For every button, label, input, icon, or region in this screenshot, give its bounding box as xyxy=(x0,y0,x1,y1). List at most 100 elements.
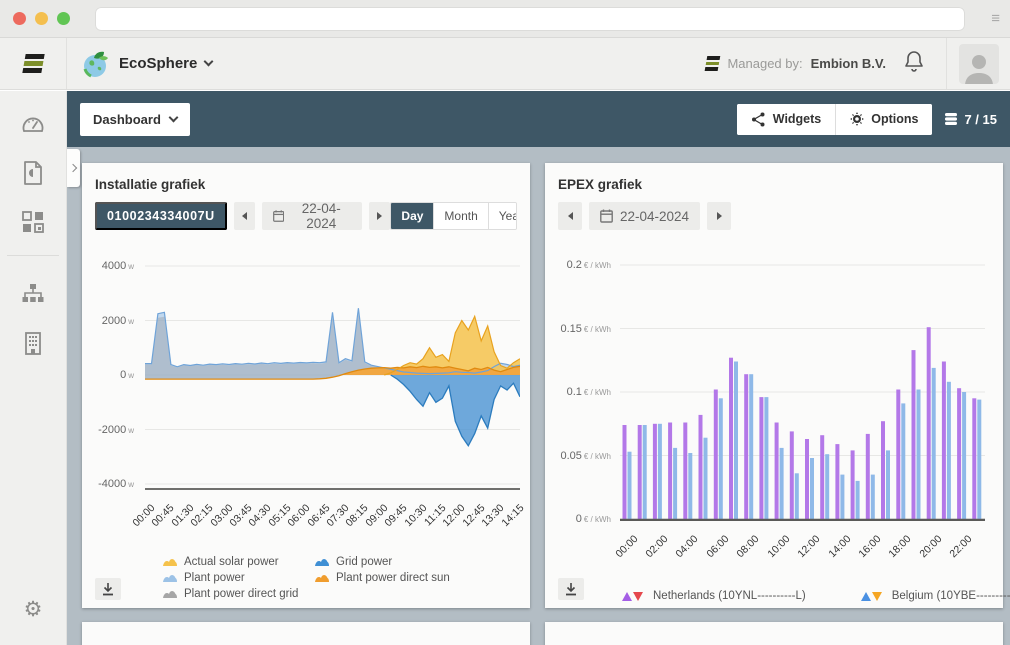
widgets-button[interactable]: Widgets xyxy=(737,104,836,135)
sidebar-logo[interactable] xyxy=(0,38,67,89)
next-date-button[interactable] xyxy=(369,202,390,230)
date-picker-button[interactable]: 22-04-2024 xyxy=(589,202,700,230)
legend-label: Plant power direct sun xyxy=(336,572,450,584)
epex-bar-chart[interactable] xyxy=(620,255,985,521)
arrow-right-icon xyxy=(717,212,722,220)
chevron-down-icon xyxy=(204,57,214,67)
bar-belgium xyxy=(947,382,951,519)
sidebar-item-reports[interactable] xyxy=(13,153,53,193)
chevron-right-icon xyxy=(68,164,76,172)
notifications-button[interactable] xyxy=(904,50,924,77)
triangle-up-icon xyxy=(622,592,632,601)
epex-y-axis: 0.2€ / kWh0.15€ / kWh0.1€ / kWh0.05€ / k… xyxy=(545,255,615,521)
bar-netherlands xyxy=(668,423,672,520)
browser-menu-icon[interactable]: ≡ xyxy=(991,9,1000,29)
bar-belgium xyxy=(780,448,784,519)
bell-icon xyxy=(904,50,924,72)
close-window-button[interactable] xyxy=(13,12,26,25)
legend-label: Grid power xyxy=(336,556,392,568)
bar-netherlands xyxy=(729,358,733,519)
next-date-button[interactable] xyxy=(707,202,731,230)
arrow-left-icon xyxy=(568,212,573,220)
report-document-icon xyxy=(23,161,43,185)
grid-power-area xyxy=(145,375,520,446)
prev-date-button[interactable] xyxy=(558,202,582,230)
widget-title: EPEX grafiek xyxy=(558,177,642,192)
triangle-up-icon xyxy=(861,592,871,601)
maximize-window-button[interactable] xyxy=(57,12,70,25)
bar-netherlands xyxy=(957,388,961,519)
tab-month[interactable]: Month xyxy=(433,203,487,229)
options-button[interactable]: Options xyxy=(835,104,932,135)
download-button[interactable] xyxy=(95,578,121,600)
installatie-x-axis: 00:0000:4501:3002:1503:0003:4504:3005:15… xyxy=(145,494,520,539)
sidebar-item-hierarchy[interactable] xyxy=(13,274,53,314)
sidebar-item-dashboard[interactable] xyxy=(13,104,53,144)
range-tabs: Day Month Year xyxy=(390,202,517,230)
bar-netherlands xyxy=(942,362,946,520)
installatie-area-chart[interactable] xyxy=(145,255,520,490)
arrow-right-icon xyxy=(377,212,382,220)
bar-belgium xyxy=(871,475,875,519)
bar-netherlands xyxy=(683,423,687,520)
bar-netherlands xyxy=(851,450,855,519)
download-icon xyxy=(564,582,578,596)
dashboard-dropdown-label: Dashboard xyxy=(93,112,161,127)
legend-item[interactable]: Netherlands (10YNL----------L) xyxy=(622,590,806,602)
bar-belgium xyxy=(917,390,921,520)
legend-item[interactable]: Grid power xyxy=(314,554,450,570)
managed-by-name: Embion B.V. xyxy=(811,56,886,71)
widget-title: Installatie grafiek xyxy=(95,177,205,192)
area-series-icon xyxy=(162,557,178,567)
legend-item[interactable]: Belgium (10YBE----------2) xyxy=(861,590,1010,602)
gear-icon: ⚙ xyxy=(24,597,43,622)
minimize-window-button[interactable] xyxy=(35,12,48,25)
epex-grafiek-widget: EPEX grafiek 22-04-2024 0.2€ / kWh0.15€ … xyxy=(545,163,1003,608)
bar-netherlands xyxy=(972,398,976,519)
y-tick-label: 0w xyxy=(120,369,134,381)
chevron-down-icon xyxy=(168,112,178,122)
user-menu[interactable] xyxy=(946,38,1010,89)
bar-belgium xyxy=(719,398,723,519)
date-picker-button[interactable]: 22-04-2024 xyxy=(262,202,362,230)
bar-netherlands xyxy=(759,397,763,519)
brand-selector[interactable]: EcoSphere xyxy=(81,49,212,79)
download-button[interactable] xyxy=(558,578,584,600)
gear-icon xyxy=(850,112,864,126)
partial-widget xyxy=(545,622,1003,645)
bar-netherlands xyxy=(835,444,839,519)
legend-label: Netherlands (10YNL----------L) xyxy=(653,590,806,602)
bar-belgium xyxy=(688,453,692,519)
installation-serial-badge[interactable]: 0100234334007U xyxy=(95,202,227,230)
sidebar-item-settings[interactable]: ⚙ xyxy=(13,589,53,629)
legend-item[interactable]: Plant power direct grid xyxy=(162,586,312,602)
bar-belgium xyxy=(810,458,814,519)
sidebar-expander[interactable] xyxy=(67,149,80,187)
sidebar-item-buildings[interactable] xyxy=(13,323,53,363)
address-bar[interactable] xyxy=(95,7,965,31)
sidebar-item-widgets-grid[interactable] xyxy=(13,202,53,242)
dashboard-dropdown[interactable]: Dashboard xyxy=(80,103,190,136)
calendar-icon xyxy=(600,209,613,223)
area-series-icon xyxy=(162,589,178,599)
bar-netherlands xyxy=(896,390,900,520)
widgets-button-label: Widgets xyxy=(773,112,822,126)
bar-netherlands xyxy=(623,425,627,519)
managed-by-label: Managed by: xyxy=(727,56,802,71)
prev-date-button[interactable] xyxy=(234,202,255,230)
ecosphere-globe-icon xyxy=(81,49,111,79)
widget-counter: 7 / 15 xyxy=(944,112,997,127)
bar-netherlands xyxy=(775,423,779,520)
installatie-controls: 0100234334007U 22-04-2024 Day Month Year xyxy=(95,202,517,230)
bar-belgium xyxy=(749,374,753,519)
grid-icon xyxy=(22,211,44,233)
legend-item[interactable]: Plant power xyxy=(162,570,312,586)
legend-item[interactable]: Actual solar power xyxy=(162,554,312,570)
price-direction-icons xyxy=(622,592,643,601)
bar-belgium xyxy=(704,438,708,519)
bar-netherlands xyxy=(653,424,657,519)
tab-day[interactable]: Day xyxy=(391,203,433,229)
gauge-icon xyxy=(21,113,45,135)
legend-item[interactable]: Plant power direct sun xyxy=(314,570,450,586)
tab-year[interactable]: Year xyxy=(488,203,517,229)
